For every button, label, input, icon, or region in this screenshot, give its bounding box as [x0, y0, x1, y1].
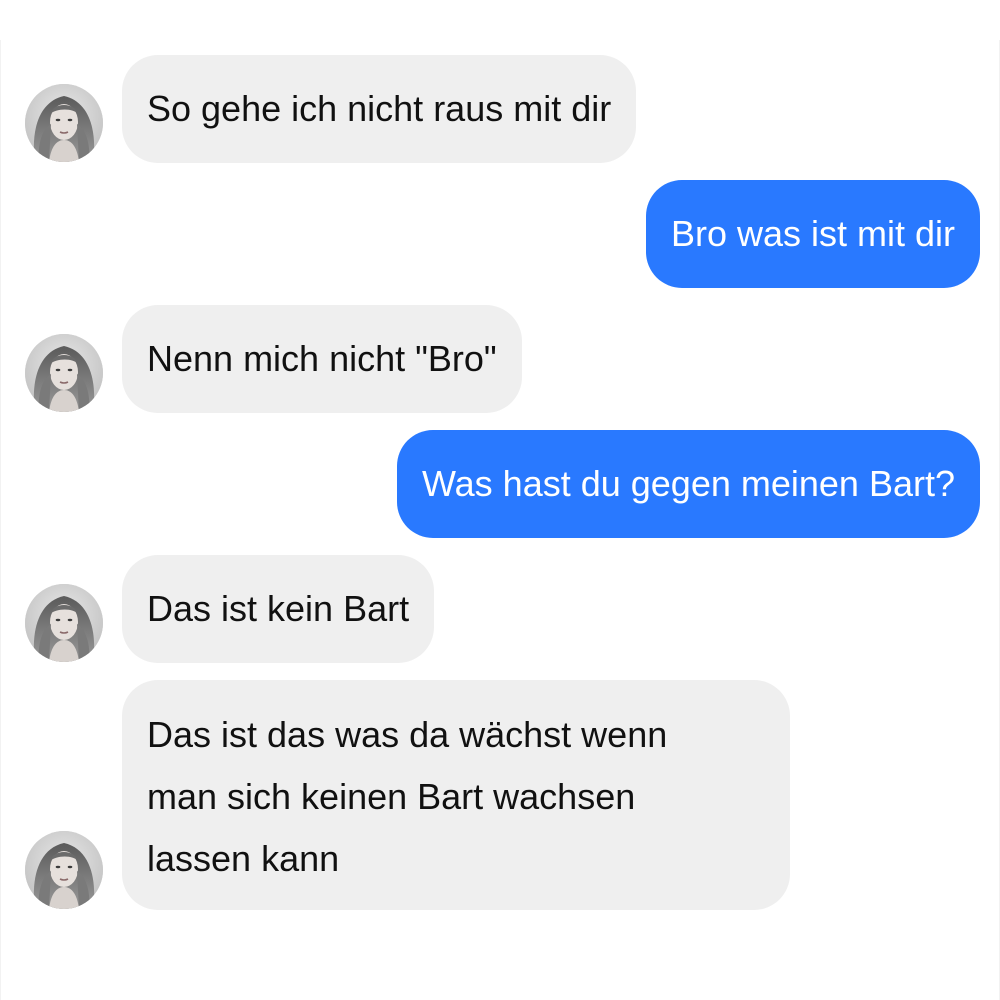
received-message-bubble[interactable]: Nenn mich nicht "Bro" — [122, 305, 522, 413]
divider — [0, 40, 1, 1000]
message-text: Das ist kein Bart — [147, 588, 410, 629]
sent-message-bubble[interactable]: Was hast du gegen meinen Bart? — [397, 430, 980, 538]
received-message-bubble[interactable]: Das ist kein Bart — [122, 555, 435, 663]
contact-avatar-icon[interactable] — [25, 831, 103, 909]
contact-avatar-icon[interactable] — [25, 584, 103, 662]
message-text: Was hast du gegen meinen Bart? — [422, 463, 955, 504]
message-text-line: Das ist das was da wächst wenn — [147, 714, 668, 755]
message-text: So gehe ich nicht raus mit dir — [147, 88, 612, 129]
contact-avatar-icon[interactable] — [25, 334, 103, 412]
contact-avatar-icon[interactable] — [25, 84, 103, 162]
received-message-bubble[interactable]: So gehe ich nicht raus mit dir — [122, 55, 637, 163]
received-message-bubble[interactable]: Das ist das was da wächst wenn man sich … — [122, 680, 790, 910]
message-text: Bro was ist mit dir — [670, 213, 955, 254]
chat-thread: So gehe ich nicht raus mit dir Bro was i… — [0, 0, 1000, 1000]
sent-message-bubble[interactable]: Bro was ist mit dir — [645, 180, 980, 288]
message-text-line: man sich keinen Bart wachsen — [147, 776, 636, 817]
message-text-line: lassen kann — [147, 838, 340, 879]
message-text: Nenn mich nicht "Bro" — [147, 338, 497, 379]
